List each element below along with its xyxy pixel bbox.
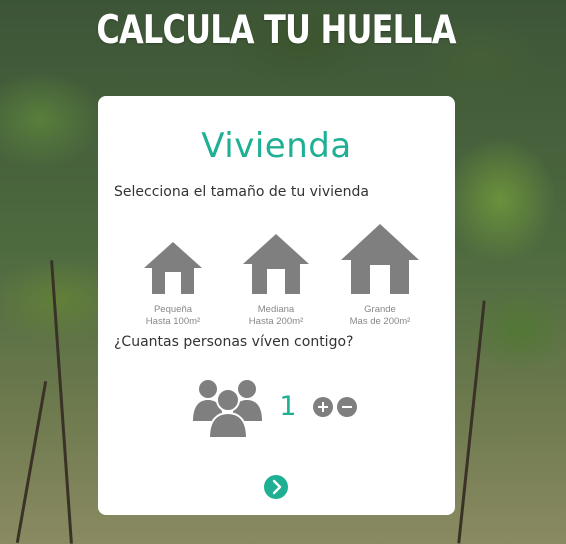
people-count: 1 — [279, 391, 297, 422]
section-title: Vivienda — [201, 126, 352, 166]
people-prompt: ¿Cuantas personas víven contigo? — [114, 334, 354, 350]
house-size-name: Pequeña — [153, 304, 193, 315]
house-size-detail: Mas de 200m² — [349, 316, 411, 327]
house-size-name: Grande — [364, 304, 396, 315]
background-branch — [15, 380, 48, 544]
next-button[interactable] — [264, 475, 288, 499]
house-icon — [341, 224, 419, 294]
size-prompt: Selecciona el tamaño de tu vivienda — [114, 184, 369, 200]
increment-button[interactable] — [313, 397, 333, 417]
house-size-detail: Hasta 200m² — [248, 316, 304, 327]
background-branch — [457, 300, 486, 544]
house-size-detail: Hasta 100m² — [145, 316, 201, 327]
background-branch — [50, 260, 73, 544]
chevron-right-icon — [272, 479, 282, 495]
house-icon — [144, 242, 202, 294]
house-icon — [243, 234, 309, 294]
house-option-medium[interactable] — [243, 234, 309, 294]
house-option-small[interactable] — [144, 242, 202, 294]
house-size-name: Mediana — [257, 304, 295, 315]
page-title: CALCULA TU HUELLA — [96, 8, 456, 53]
house-option-large[interactable] — [341, 224, 419, 294]
decrement-button[interactable] — [337, 397, 357, 417]
minus-circle-icon — [342, 406, 352, 408]
group-icon — [192, 379, 264, 443]
